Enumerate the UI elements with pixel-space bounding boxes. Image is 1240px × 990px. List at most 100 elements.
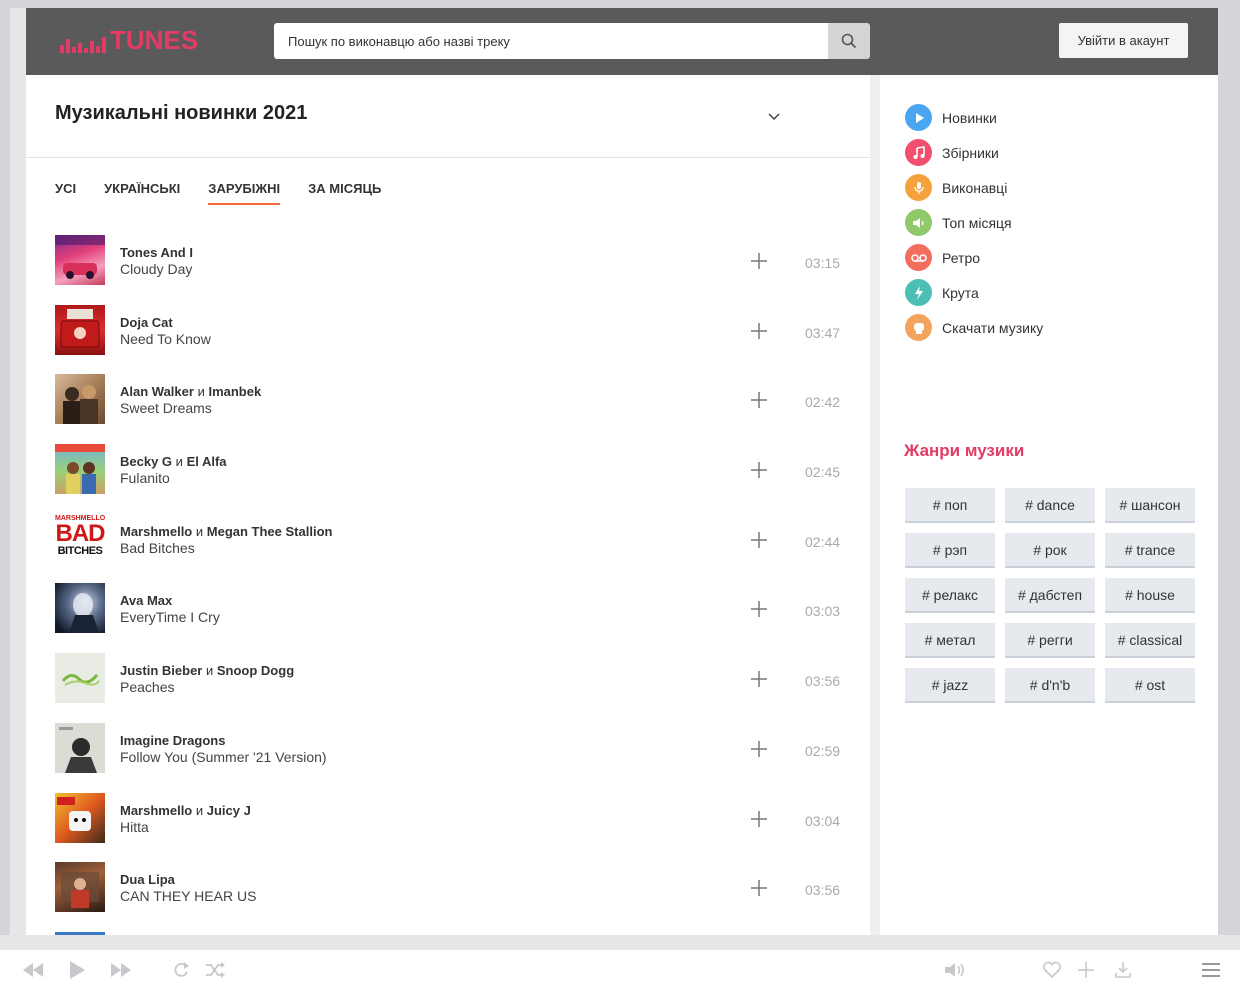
track-artist[interactable]: Dua Lipa bbox=[120, 872, 175, 887]
track-title[interactable]: EveryTime I Cry bbox=[120, 609, 220, 625]
album-cover[interactable] bbox=[55, 444, 105, 495]
like-button[interactable] bbox=[1039, 958, 1065, 982]
album-cover[interactable] bbox=[55, 792, 105, 843]
track-title[interactable]: Peaches bbox=[120, 679, 174, 695]
search-button[interactable] bbox=[828, 23, 870, 59]
add-to-playlist-button[interactable] bbox=[750, 600, 768, 618]
tab-ukrainian[interactable]: УКРАЇНСЬКІ bbox=[104, 181, 180, 205]
genre-tag[interactable]: # шансон bbox=[1105, 488, 1195, 523]
search-input[interactable] bbox=[274, 23, 828, 59]
sidebar-item-artists[interactable]: Виконавці bbox=[905, 170, 1043, 205]
genre-tag[interactable]: # classical bbox=[1105, 623, 1195, 658]
sidebar-item-top-month[interactable]: Топ місяця bbox=[905, 205, 1043, 240]
add-to-playlist-button[interactable] bbox=[750, 461, 768, 479]
track-duration: 03:15 bbox=[805, 255, 841, 271]
genre-tag[interactable]: # релакс bbox=[905, 578, 995, 613]
track-title[interactable]: Follow You (Summer '21 Version) bbox=[120, 749, 327, 765]
genre-tag[interactable]: # d'n'b bbox=[1005, 668, 1095, 703]
genre-tag[interactable]: # метал bbox=[905, 623, 995, 658]
track-row[interactable]: Doja Cat Need To Know 03:47 bbox=[55, 304, 841, 375]
sidebar-item-cool[interactable]: Крута bbox=[905, 275, 1043, 310]
tab-foreign[interactable]: ЗАРУБІЖНІ bbox=[208, 181, 280, 205]
genre-tag[interactable]: # dance bbox=[1005, 488, 1095, 523]
genre-tag[interactable]: # jazz bbox=[905, 668, 995, 703]
sidebar-item-collections[interactable]: Збірники bbox=[905, 135, 1043, 170]
shuffle-button[interactable] bbox=[202, 958, 228, 982]
add-to-playlist-button[interactable] bbox=[750, 879, 768, 897]
track-row[interactable]: Alan Walker и Imanbek Sweet Dreams 02:42 bbox=[55, 374, 841, 444]
album-cover[interactable] bbox=[55, 722, 105, 773]
genre-tag[interactable]: # рэп bbox=[905, 533, 995, 568]
speaker-icon bbox=[905, 209, 932, 236]
track-title[interactable]: Need To Know bbox=[120, 331, 211, 347]
play-icon bbox=[70, 961, 85, 979]
track-artist[interactable]: Justin Bieber и Snoop Dogg bbox=[120, 663, 294, 678]
track-artist[interactable]: Marshmello и Juicy J bbox=[120, 803, 251, 818]
track-artist[interactable]: Alan Walker и Imanbek bbox=[120, 384, 261, 399]
sidebar-item-retro[interactable]: Ретро bbox=[905, 240, 1043, 275]
track-artist[interactable]: Becky G и El Alfa bbox=[120, 454, 227, 469]
track-artist[interactable]: Doja Cat bbox=[120, 315, 173, 330]
add-to-playlist-button[interactable] bbox=[750, 670, 768, 688]
track-row[interactable]: Becky G и El Alfa Fulanito 02:45 bbox=[55, 444, 841, 514]
genre-tag[interactable]: # ost bbox=[1105, 668, 1195, 703]
sidebar-item-download[interactable]: Скачати музику bbox=[905, 310, 1043, 345]
track-row[interactable]: Justin Bieber и Snoop Dogg Peaches 03:56 bbox=[55, 653, 841, 723]
track-artist[interactable]: Marshmello и Megan Thee Stallion bbox=[120, 524, 332, 539]
download-button[interactable] bbox=[1110, 958, 1136, 982]
play-button[interactable] bbox=[64, 958, 90, 982]
fast-forward-button[interactable] bbox=[108, 958, 134, 982]
album-cover[interactable]: MARSHMELLO BAD BITCHES bbox=[55, 513, 105, 564]
genre-tag[interactable]: # house bbox=[1105, 578, 1195, 613]
track-title[interactable]: Bad Bitches bbox=[120, 540, 195, 556]
tab-all[interactable]: УСІ bbox=[55, 181, 76, 205]
genre-tag[interactable]: # регги bbox=[1005, 623, 1095, 658]
track-row[interactable]: Marshmello и Juicy J Hitta 03:04 bbox=[55, 792, 841, 863]
track-artist[interactable]: Tones And I bbox=[120, 245, 193, 260]
genre-tag[interactable]: # рок bbox=[1005, 533, 1095, 568]
chevron-down-icon[interactable] bbox=[766, 108, 782, 124]
add-button[interactable] bbox=[1073, 958, 1099, 982]
track-duration: 02:44 bbox=[805, 533, 841, 550]
repeat-button[interactable] bbox=[168, 958, 194, 982]
sidebar-item-new[interactable]: Новинки bbox=[905, 100, 1043, 135]
genre-tag[interactable]: # поп bbox=[905, 488, 995, 523]
genre-tag[interactable]: # дабстеп bbox=[1005, 578, 1095, 613]
track-row[interactable]: Imagine Dragons Follow You (Summer '21 V… bbox=[55, 722, 841, 793]
track-title[interactable]: CAN THEY HEAR US bbox=[120, 888, 256, 904]
album-cover[interactable] bbox=[55, 374, 105, 425]
add-to-playlist-button[interactable] bbox=[750, 391, 768, 409]
add-to-playlist-button[interactable] bbox=[750, 322, 768, 340]
genre-tag[interactable]: # trance bbox=[1105, 533, 1195, 568]
album-cover[interactable] bbox=[55, 304, 105, 355]
plus-icon bbox=[751, 462, 767, 479]
track-title[interactable]: Fulanito bbox=[120, 470, 170, 486]
volume-button[interactable] bbox=[942, 958, 968, 982]
add-to-playlist-button[interactable] bbox=[750, 740, 768, 758]
track-title[interactable]: Sweet Dreams bbox=[120, 400, 212, 416]
add-to-playlist-button[interactable] bbox=[750, 810, 768, 828]
tab-month[interactable]: ЗА МІСЯЦЬ bbox=[308, 181, 381, 205]
player-separator bbox=[10, 935, 1240, 950]
album-cover[interactable] bbox=[55, 235, 105, 285]
album-cover[interactable] bbox=[55, 583, 105, 634]
track-row[interactable]: Ava Max EveryTime I Cry 03:03 bbox=[55, 583, 841, 653]
album-cover[interactable] bbox=[55, 653, 105, 704]
add-to-playlist-button[interactable] bbox=[750, 252, 768, 270]
track-artist[interactable]: Ava Max bbox=[120, 593, 172, 608]
playlist-menu-button[interactable] bbox=[1198, 958, 1224, 982]
site-logo[interactable]: TUNES bbox=[60, 25, 198, 53]
add-to-playlist-button[interactable] bbox=[750, 531, 768, 549]
track-title[interactable]: Cloudy Day bbox=[120, 261, 192, 277]
track-row[interactable]: MARSHMELLO BAD BITCHES Marshmello и Mega… bbox=[55, 513, 841, 584]
plus-icon bbox=[751, 671, 767, 688]
plus-icon bbox=[751, 253, 767, 269]
rewind-button[interactable] bbox=[20, 958, 46, 982]
album-cover[interactable] bbox=[55, 862, 105, 913]
track-title[interactable]: Hitta bbox=[120, 819, 149, 835]
login-button[interactable]: Увійти в акаунт bbox=[1059, 23, 1188, 58]
fast-forward-icon bbox=[111, 963, 131, 977]
track-artist[interactable]: Imagine Dragons bbox=[120, 733, 225, 748]
track-row[interactable]: Dua Lipa CAN THEY HEAR US 03:56 bbox=[55, 862, 841, 932]
track-row[interactable]: Tones And I Cloudy Day 03:15 bbox=[55, 235, 841, 305]
